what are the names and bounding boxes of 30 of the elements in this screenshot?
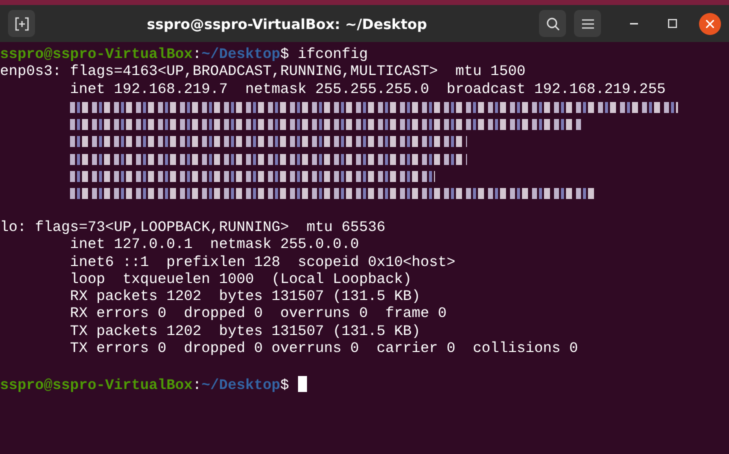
- output-line: inet 192.168.219.7 netmask 255.255.255.0 broadcast 192.168.219.255: [69, 82, 666, 98]
- output-line: lo: flags=73<UP,LOOPBACK,RUNNING> mtu 65536: [0, 220, 386, 236]
- prompt-user: sspro@sspro-VirtualBox: [0, 47, 193, 63]
- search-button[interactable]: [539, 10, 566, 37]
- output-line: loop txqueuelen 1000 (Local Loopback): [69, 272, 412, 288]
- prompt-user: sspro@sspro-VirtualBox: [0, 378, 193, 394]
- menu-button[interactable]: [574, 10, 601, 37]
- output-line: enp0s3: flags=4163<UP,BROADCAST,RUNNING,MULTICAST> mtu 1500: [0, 64, 526, 80]
- close-icon: [706, 20, 714, 28]
- output-line: RX errors 0 dropped 0 overruns 0 frame 0: [69, 306, 447, 322]
- prompt-symbol: $: [280, 378, 290, 394]
- window-title: sspro@sspro-VirtualBox: ~/Desktop: [146, 16, 428, 32]
- command-text: ifconfig: [298, 47, 368, 63]
- close-button[interactable]: [699, 12, 721, 34]
- output-line: inet6 ::1 prefixlen 128 scopeid 0x10<host>: [69, 254, 456, 271]
- prompt-separator: :: [192, 47, 202, 63]
- new-tab-icon: [14, 16, 28, 30]
- maximize-icon: [668, 19, 676, 28]
- output-line: RX packets 1202 bytes 131507 (131.5 KB): [69, 289, 420, 306]
- prompt-path: ~/Desktop: [201, 47, 280, 63]
- output-line: inet 127.0.0.1 netmask 255.0.0.0: [69, 237, 360, 254]
- prompt-path: ~/Desktop: [201, 378, 280, 394]
- output-line: TX errors 0 dropped 0 overruns 0 carrier 0 collisions 0: [69, 341, 578, 358]
- minimize-icon: [630, 22, 638, 24]
- search-icon: [546, 16, 560, 30]
- prompt-separator: :: [192, 378, 202, 394]
- menu-icon: [582, 18, 594, 28]
- prompt-symbol: $: [280, 47, 290, 63]
- new-tab-button[interactable]: [8, 10, 35, 37]
- output-line: TX packets 1202 bytes 131507 (131.5 KB): [69, 324, 420, 340]
